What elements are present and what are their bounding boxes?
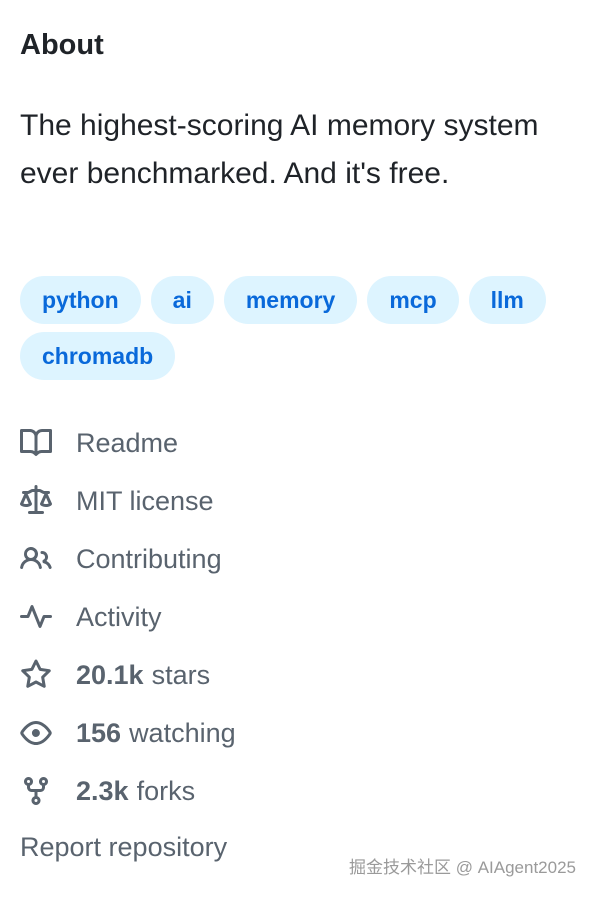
activity-link[interactable]: Activity [20,588,236,646]
pulse-icon [20,601,52,633]
topic-chromadb[interactable]: chromadb [20,332,176,380]
license-link[interactable]: MIT license [20,472,236,530]
watching-link[interactable]: 156 watching [20,704,236,762]
star-icon [20,659,52,691]
topic-mcp[interactable]: mcp [367,276,459,324]
forks-label: forks [136,775,196,806]
law-scale-icon [20,485,52,517]
book-icon [20,427,52,459]
about-heading: About [20,29,104,61]
report-repository-link[interactable]: Report repository [20,826,227,868]
stars-count: 20.1k [76,659,144,690]
watching-label: watching [129,717,236,748]
topic-ai[interactable]: ai [150,276,214,324]
forks-count: 2.3k [76,775,129,806]
readme-label: Readme [76,427,179,458]
repo-forked-icon [20,775,52,807]
people-icon [20,543,52,575]
repo-meta-list: Readme MIT license Contributing Activity… [20,414,236,820]
eye-icon [20,717,52,749]
contributing-link[interactable]: Contributing [20,530,236,588]
topic-llm[interactable]: llm [468,276,546,324]
topic-memory[interactable]: memory [223,276,358,324]
license-label: MIT license [76,485,214,516]
readme-link[interactable]: Readme [20,414,236,472]
stars-label: stars [151,659,211,690]
activity-label: Activity [76,601,162,632]
stars-link[interactable]: 20.1k stars [20,646,236,704]
watermark-text: 掘金技术社区 @ AIAgent2025 [348,858,576,877]
watching-count: 156 [76,717,122,748]
topic-python[interactable]: python [20,276,141,324]
forks-link[interactable]: 2.3k forks [20,762,236,820]
topics-list: python ai memory mcp llm chromadb [20,276,580,380]
repo-description: The highest-scoring AI memory system eve… [20,109,539,190]
contributing-label: Contributing [76,543,222,574]
